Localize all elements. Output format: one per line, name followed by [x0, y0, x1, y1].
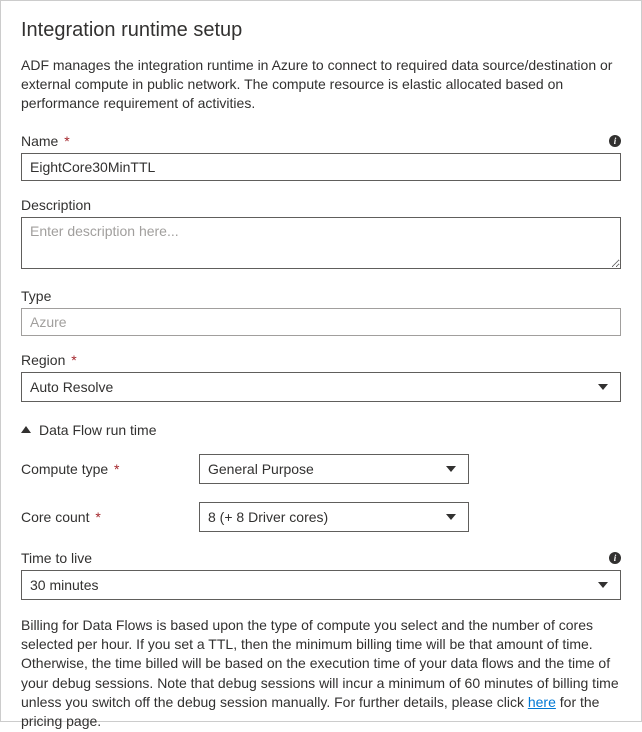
type-field: Type — [21, 288, 621, 336]
chevron-down-icon — [598, 582, 608, 588]
pricing-link[interactable]: here — [528, 694, 556, 710]
core-count-field: Core count * 8 (+ 8 Driver cores) — [21, 502, 621, 532]
core-count-value: 8 (+ 8 Driver cores) — [208, 509, 328, 525]
ttl-select[interactable]: 30 minutes — [21, 570, 621, 600]
compute-type-select[interactable]: General Purpose — [199, 454, 469, 484]
required-asterisk: * — [110, 461, 119, 477]
compute-type-label: Compute type — [21, 461, 108, 477]
region-select[interactable]: Auto Resolve — [21, 372, 621, 402]
info-icon[interactable]: i — [609, 135, 621, 147]
region-field: Region * Auto Resolve — [21, 352, 621, 402]
region-value: Auto Resolve — [30, 379, 113, 395]
required-asterisk: * — [91, 509, 100, 525]
core-count-label: Core count — [21, 509, 89, 525]
ttl-field: Time to live i 30 minutes — [21, 550, 621, 600]
chevron-up-icon — [21, 426, 31, 433]
type-label: Type — [21, 288, 51, 304]
chevron-down-icon — [598, 384, 608, 390]
description-field: Description — [21, 197, 621, 272]
compute-type-value: General Purpose — [208, 461, 314, 477]
name-label: Name — [21, 133, 58, 149]
type-input — [21, 308, 621, 336]
required-asterisk: * — [67, 352, 76, 368]
core-count-select[interactable]: 8 (+ 8 Driver cores) — [199, 502, 469, 532]
name-input[interactable] — [21, 153, 621, 181]
description-textarea[interactable] — [21, 217, 621, 269]
section-title: Data Flow run time — [39, 422, 156, 438]
ttl-value: 30 minutes — [30, 577, 98, 593]
dataflow-runtime-section-toggle[interactable]: Data Flow run time — [21, 422, 621, 438]
page-title: Integration runtime setup — [21, 19, 621, 42]
compute-type-field: Compute type * General Purpose — [21, 454, 621, 484]
chevron-down-icon — [446, 466, 456, 472]
region-label: Region — [21, 352, 65, 368]
ttl-label: Time to live — [21, 550, 92, 566]
description-label: Description — [21, 197, 91, 213]
name-field: Name * i — [21, 133, 621, 181]
intro-text: ADF manages the integration runtime in A… — [21, 56, 621, 113]
info-icon[interactable]: i — [609, 552, 621, 564]
chevron-down-icon — [446, 514, 456, 520]
billing-info-text: Billing for Data Flows is based upon the… — [21, 616, 621, 732]
required-asterisk: * — [60, 133, 69, 149]
